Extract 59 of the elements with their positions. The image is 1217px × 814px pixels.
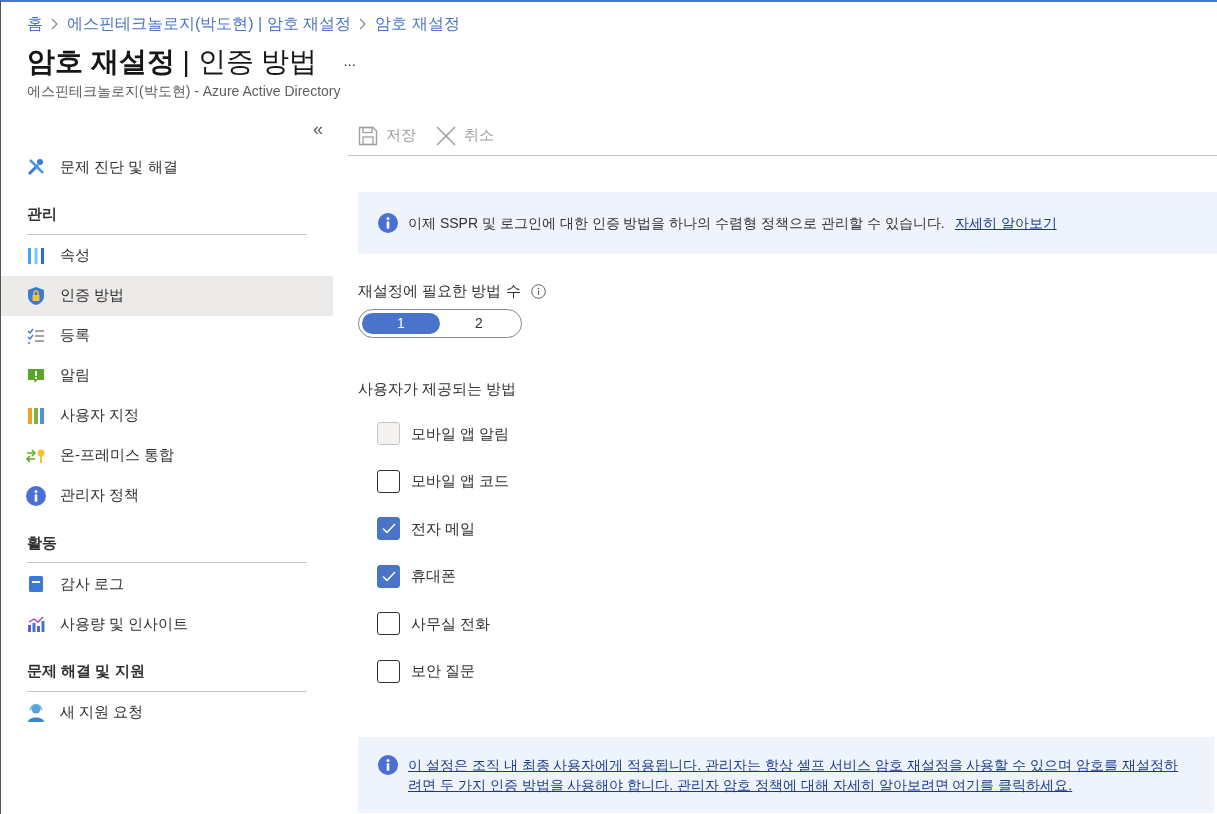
checkbox-label: 보안 질문 bbox=[411, 661, 476, 681]
chevron-icon bbox=[51, 18, 59, 30]
save-icon bbox=[358, 125, 378, 146]
bars-icon bbox=[27, 246, 45, 265]
columns-icon bbox=[27, 406, 45, 425]
checkbox-label: 사무실 전화 bbox=[411, 613, 491, 634]
breadcrumb-link[interactable]: 에스핀테크놀로지(박도현) | 암호 재설정 bbox=[67, 12, 352, 36]
tools-icon bbox=[27, 158, 45, 176]
nav-item[interactable]: 관리자 정책 bbox=[1, 475, 333, 516]
checklist-icon bbox=[27, 327, 45, 344]
segment-option[interactable]: 1 bbox=[362, 312, 440, 334]
breadcrumb-link[interactable]: 홈 bbox=[27, 12, 43, 36]
nav-item[interactable]: 사용자 지정 bbox=[1, 395, 333, 436]
info-icon bbox=[26, 485, 46, 506]
checkbox[interactable] bbox=[377, 517, 400, 541]
field-label: 재설정에 필요한 방법 수 bbox=[358, 281, 521, 301]
person-headset-icon bbox=[27, 702, 45, 723]
section-heading: 관리 bbox=[27, 197, 307, 235]
nav-item[interactable]: 인증 방법 bbox=[1, 275, 333, 316]
nav-item[interactable]: 온-프레미스 통합 bbox=[1, 435, 333, 476]
book-icon bbox=[28, 575, 44, 593]
alert-icon bbox=[27, 367, 45, 384]
nav-item[interactable]: 감사 로그 bbox=[1, 564, 333, 604]
chart-icon bbox=[27, 615, 45, 633]
checkbox-label: 모바일 앱 코드 bbox=[411, 471, 510, 491]
close-icon bbox=[436, 125, 456, 146]
page-description: 에스핀테크놀로지(박도현) - Azure Active Directory bbox=[27, 82, 342, 101]
nav-item[interactable]: 속성 bbox=[1, 235, 333, 276]
policy-link[interactable]: 이 설정은 조직 내 최종 사용자에게 적용됩니다. 관리자는 항상 셀프 서비스 암호 재설정을 사용할 수 있으며 암호를 재설정하려면 두 가지 인증 방법을 사용해야 합니다. 관리자 암호 정책에 대해 자세히 알아보려면 여기를 클릭하세요. bbox=[408, 755, 1190, 795]
chevron-icon bbox=[359, 18, 368, 30]
checkbox[interactable] bbox=[377, 469, 400, 493]
info-icon bbox=[530, 283, 546, 299]
nav-item[interactable]: 새 지원 요청 bbox=[1, 692, 333, 733]
checkbox-label: 전자 메일 bbox=[411, 518, 476, 539]
nav-item[interactable]: 사용량 및 인사이트 bbox=[1, 604, 333, 644]
checkbox[interactable] bbox=[377, 659, 400, 683]
info-icon bbox=[378, 755, 398, 775]
check-icon bbox=[381, 523, 396, 535]
segment-option[interactable]: 2 bbox=[440, 312, 518, 334]
collapse-button[interactable]: « bbox=[313, 116, 323, 143]
checkbox[interactable] bbox=[377, 564, 400, 588]
learn-more-link[interactable]: 자세히 알아보기 bbox=[954, 212, 1057, 234]
section-label: 사용자가 제공되는 방법 bbox=[358, 378, 518, 399]
banner-text: 이제 SSPR 및 로그인에 대한 인증 방법을 하나의 수렴형 정책으로 관리할 수 있습니다. bbox=[408, 213, 945, 233]
info-icon bbox=[378, 213, 398, 233]
section-heading: 활동 bbox=[27, 525, 307, 563]
checkbox[interactable] bbox=[377, 612, 400, 636]
checkbox-label: 모바일 앱 알림 bbox=[411, 423, 510, 444]
nav-item[interactable]: 등록 bbox=[1, 315, 333, 356]
more-button[interactable]: ... bbox=[343, 50, 356, 73]
sync-key-icon bbox=[26, 447, 46, 464]
section-heading: 문제 해결 및 지원 bbox=[27, 654, 307, 692]
nav-item[interactable]: 알림 bbox=[1, 355, 333, 396]
checkbox-label: 휴대폰 bbox=[411, 566, 456, 586]
shield-lock-icon bbox=[27, 285, 45, 306]
nav-item[interactable]: 문제 진단 및 해결 bbox=[1, 147, 333, 187]
page-title: 암호 재설정 | 인증 방법 bbox=[27, 45, 318, 79]
check-icon bbox=[381, 570, 396, 582]
breadcrumb-link[interactable]: 암호 재설정 bbox=[375, 12, 460, 36]
